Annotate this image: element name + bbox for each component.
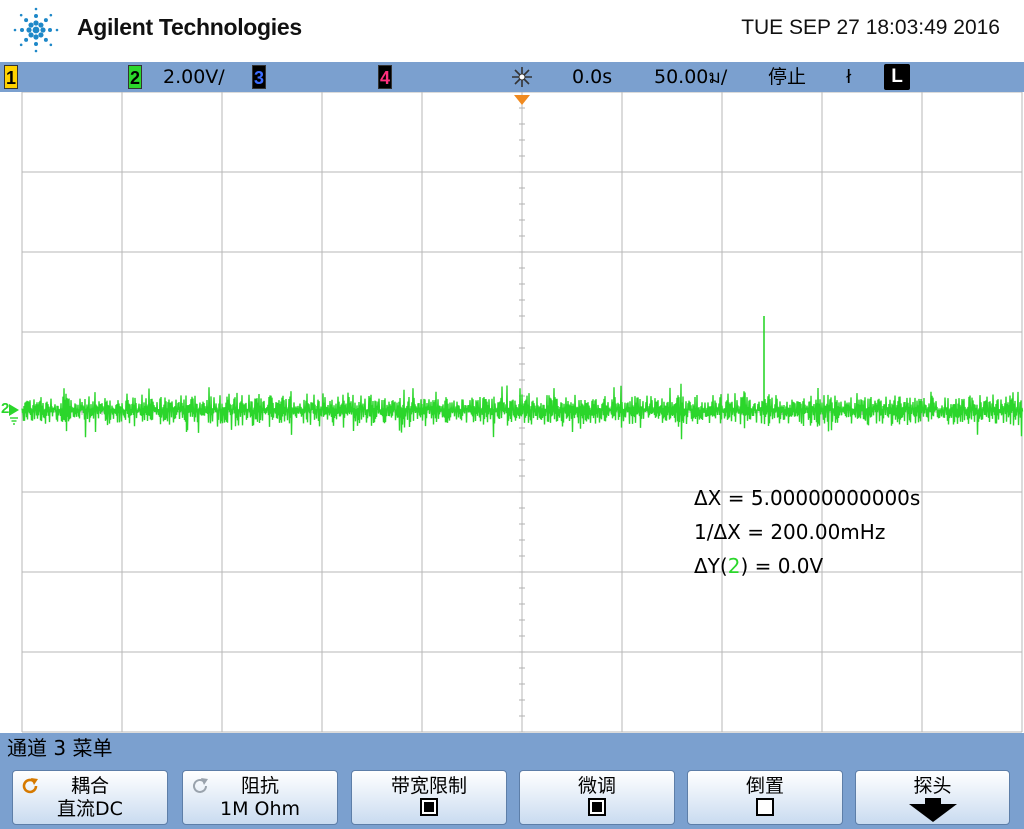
impedance-label: 阻抗: [240, 775, 279, 797]
coupling-value: 直流DC: [57, 798, 123, 820]
channel-4-indicator[interactable]: 4: [378, 65, 392, 89]
measurement-inverse-delta-x: 1/ΔX = 200.00mHz: [694, 520, 886, 544]
impedance-value: 1M Ohm: [219, 798, 301, 820]
measurement-delta-x: ΔX = 5.00000000000s: [694, 486, 921, 510]
probe-label: 探头: [913, 775, 952, 797]
invert-label: 倒置: [745, 775, 784, 797]
header-bar: Agilent Technologies TUE SEP 27 18:03:49…: [0, 0, 1024, 62]
probe-softkey[interactable]: 探头: [855, 770, 1010, 825]
bandwidth-limit-softkey[interactable]: 带宽限制: [351, 770, 507, 825]
menu-title: 通道 3 菜单: [7, 736, 113, 760]
channel-2-ground-marker[interactable]: 2: [0, 400, 24, 428]
delta-y-channel: 2: [727, 554, 741, 578]
delta-y-value: ) = 0.0V: [740, 554, 824, 578]
agilent-spark-logo: [13, 7, 59, 53]
softkey-bar: 耦合 直流DC 阻抗 1M Ohm 带宽限制 微调 倒置 探头: [0, 763, 1024, 829]
channel-2-indicator[interactable]: 2: [128, 65, 142, 89]
trigger-mode-indicator: L: [884, 64, 910, 90]
trigger-icon: [512, 67, 532, 87]
channel-1-indicator[interactable]: 1: [4, 65, 18, 89]
vernier-softkey[interactable]: 微调: [519, 770, 675, 825]
bandwidth-limit-checkbox[interactable]: [420, 798, 438, 816]
vernier-checkbox[interactable]: [588, 798, 606, 816]
trigger-slope-icon: ł: [846, 66, 852, 88]
channel-2-scale: 2.00V/: [163, 66, 225, 88]
trigger-position-marker[interactable]: [514, 92, 530, 111]
timebase-scale: 50.00ม/: [654, 66, 728, 88]
waveform-display: [0, 92, 1024, 733]
coupling-label: 耦合: [70, 775, 109, 797]
coupling-softkey[interactable]: 耦合 直流DC: [12, 770, 168, 825]
vernier-label: 微调: [577, 775, 616, 797]
horizontal-delay: 0.0s: [572, 66, 613, 88]
measurement-delta-y: ΔY(2) = 0.0V: [694, 554, 823, 578]
brand-name: Agilent Technologies: [77, 14, 302, 40]
invert-checkbox[interactable]: [756, 798, 774, 816]
delta-y-prefix: ΔY(: [694, 554, 728, 578]
run-state: 停止: [768, 66, 807, 88]
invert-softkey[interactable]: 倒置: [687, 770, 843, 825]
bandwidth-limit-label: 带宽限制: [390, 775, 467, 797]
menu-title-bar: 通道 3 菜单: [0, 733, 1024, 763]
datetime: TUE SEP 27 18:03:49 2016: [741, 16, 1000, 39]
impedance-softkey[interactable]: 阻抗 1M Ohm: [182, 770, 338, 825]
status-bar: 1 2 2.00V/ 3 4 0.0s 50.00ม/ 停止 ł L: [0, 62, 1024, 92]
channel-3-indicator[interactable]: 3: [252, 65, 266, 89]
